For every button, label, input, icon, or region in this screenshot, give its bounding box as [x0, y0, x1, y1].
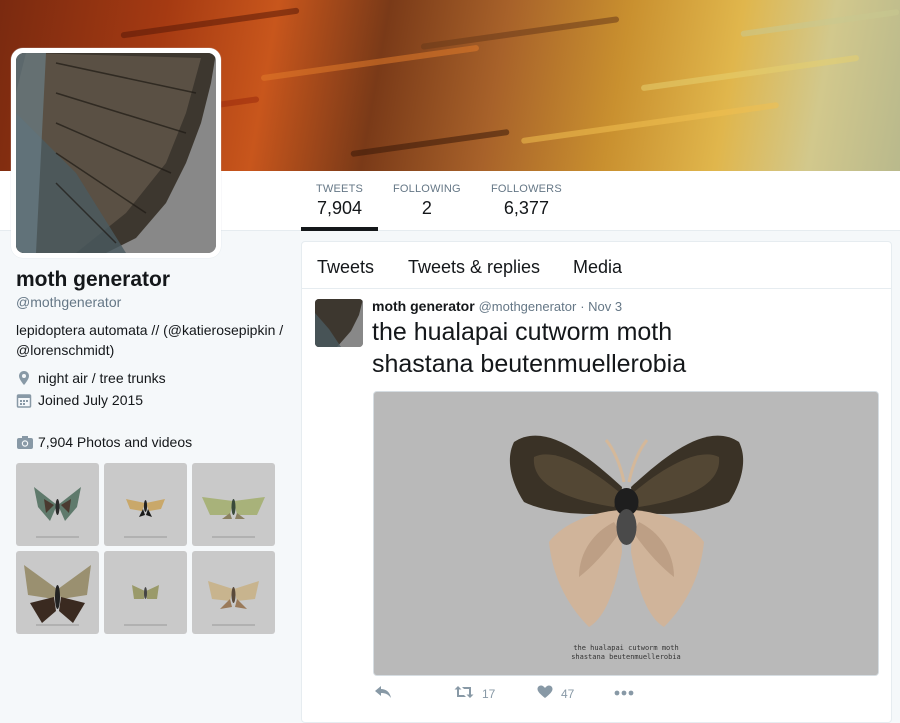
active-stat-indicator — [301, 227, 378, 231]
avatar — [16, 53, 216, 253]
more-icon — [614, 685, 634, 699]
photo-thumbnail[interactable] — [104, 463, 187, 546]
joined-text: Joined July 2015 — [38, 392, 144, 408]
profile-sidebar: moth generator @mothgenerator lepidopter… — [16, 268, 286, 450]
timeline-tabs: Tweets Tweets & replies Media — [302, 242, 891, 289]
tab-media[interactable]: Media — [573, 257, 622, 278]
stat-following-value: 2 — [421, 198, 432, 218]
tweet-media-image[interactable]: the hualapai cutworm moth shastana beute… — [373, 391, 879, 676]
tab-tweets[interactable]: Tweets — [317, 257, 374, 278]
reply-button[interactable] — [374, 685, 392, 702]
photos-header[interactable]: 7,904 Photos and videos — [16, 434, 286, 450]
retweet-icon — [454, 685, 474, 702]
photo-thumbnail[interactable] — [104, 551, 187, 634]
tweet-text-line-2: shastana beutenmuellerobia — [372, 350, 687, 378]
reply-icon — [374, 685, 392, 702]
timeline-panel: Tweets Tweets & replies Media moth gener… — [301, 241, 892, 723]
photo-thumbnail[interactable] — [16, 463, 99, 546]
stat-tweets[interactable]: TWEETS 7,904 — [316, 183, 363, 219]
photos-count-label: 7,904 Photos and videos — [38, 434, 193, 450]
tweet-avatar[interactable] — [315, 299, 363, 347]
tab-tweets-and-replies[interactable]: Tweets & replies — [408, 257, 540, 278]
location-icon — [16, 370, 32, 386]
stat-followers-label: FOLLOWERS — [491, 183, 562, 195]
photo-thumbnail[interactable] — [192, 551, 275, 634]
tweet-text-line-1: the hualapai cutworm moth — [372, 318, 673, 346]
photo-thumbnail[interactable] — [192, 463, 275, 546]
location-text: night air / tree trunks — [38, 370, 166, 386]
retweet-button[interactable]: 17 — [454, 685, 495, 702]
stat-tweets-label: TWEETS — [316, 183, 364, 195]
tweet-text: the hualapai cutworm moth shastana beute… — [372, 316, 872, 380]
retweet-count: 17 — [482, 686, 496, 701]
more-button[interactable] — [614, 685, 634, 699]
stat-followers[interactable]: FOLLOWERS 6,377 — [491, 183, 562, 219]
like-button[interactable]: 47 — [537, 685, 574, 702]
media-caption-line-2: shastana beutenmuellerobia — [571, 653, 681, 661]
stat-followers-value: 6,377 — [503, 198, 549, 218]
tweet-actions: 17 47 — [372, 685, 872, 705]
profile-name[interactable]: moth generator — [16, 268, 286, 292]
media-caption-line-1: the hualapai cutworm moth — [573, 644, 679, 652]
profile-location: night air / tree trunks — [16, 370, 286, 386]
tweet-author-handle[interactable]: @mothgenerator — [479, 299, 577, 314]
profile-avatar-frame[interactable] — [11, 48, 221, 258]
stat-tweets-value: 7,904 — [317, 198, 363, 218]
stat-following-label: FOLLOWING — [393, 183, 461, 195]
heart-icon — [537, 685, 553, 702]
photo-thumbnail[interactable] — [16, 551, 99, 634]
profile-joined: Joined July 2015 — [16, 392, 286, 408]
profile-bio: lepidoptera automata // (@katierosepipki… — [16, 322, 284, 358]
stat-following[interactable]: FOLLOWING 2 — [393, 183, 461, 219]
moth-illustration — [374, 392, 878, 675]
profile-handle[interactable]: @mothgenerator — [16, 294, 286, 310]
tweet-author-name[interactable]: moth generator — [372, 298, 475, 314]
moth-wing-image — [16, 53, 216, 253]
calendar-icon — [16, 392, 32, 408]
like-count: 47 — [561, 686, 575, 701]
tweet-header: moth generator @mothgenerator · Nov 3 — [372, 298, 622, 314]
tweet-date[interactable]: · Nov 3 — [580, 299, 622, 314]
camera-icon — [16, 434, 34, 450]
